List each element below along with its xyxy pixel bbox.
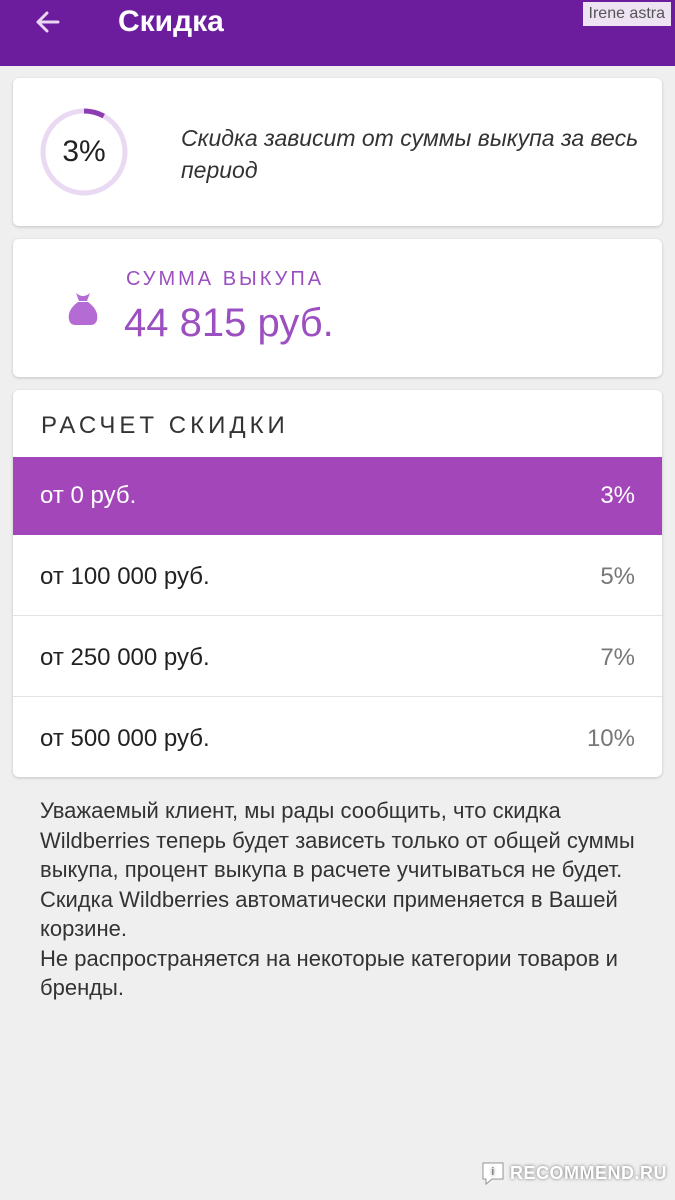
tier-percent: 3% — [600, 482, 635, 509]
purchase-sum-label: СУММА ВЫКУПА — [126, 268, 325, 290]
tier-label: от 500 000 руб. — [40, 725, 210, 752]
discount-percent: 3% — [62, 135, 106, 168]
recommend-logo-icon: i — [482, 1162, 504, 1186]
site-watermark: i RECOMMEND.RU — [480, 1156, 667, 1190]
discount-calculation-card: РАСЧЕТ СКИДКИ от 0 руб. 3% от 100 000 ру… — [13, 390, 662, 777]
site-watermark-text: RECOMMEND.RU — [510, 1162, 667, 1183]
back-button[interactable] — [30, 4, 66, 40]
info-text: Уважаемый клиент, мы рады сообщить, что … — [40, 796, 640, 1003]
tier-row-100000[interactable]: от 100 000 руб. 5% — [13, 538, 662, 616]
tier-row-250000[interactable]: от 250 000 руб. 7% — [13, 619, 662, 697]
tier-percent: 10% — [586, 725, 635, 752]
app-bar: Скидка Irene astra — [0, 0, 675, 66]
page-title: Скидка — [118, 5, 224, 38]
tier-percent: 7% — [600, 643, 635, 671]
money-bag-icon — [68, 293, 98, 325]
tier-label: от 0 руб. — [40, 482, 137, 509]
info-paragraph: Скидка Wildberries автоматически применя… — [40, 886, 618, 942]
calculation-title: РАСЧЕТ СКИДКИ — [41, 412, 289, 439]
arrow-left-icon — [36, 11, 60, 33]
info-paragraph: Уважаемый клиент, мы рады сообщить, что … — [40, 798, 635, 882]
tier-row-0[interactable]: от 0 руб. 3% — [13, 457, 662, 535]
svg-text:i: i — [491, 1166, 495, 1178]
info-paragraph: Не распространяется на некоторые категор… — [40, 945, 618, 1001]
purchase-sum-value: 44 815 руб. — [124, 301, 334, 345]
discount-card: 3% Скидка зависит от суммы выкупа за вес… — [13, 78, 662, 226]
author-watermark: Irene astra — [582, 2, 671, 26]
tier-label: от 250 000 руб. — [40, 643, 210, 671]
tier-label: от 100 000 руб. — [40, 562, 210, 590]
discount-note: Скидка зависит от суммы выкупа за весь п… — [181, 125, 639, 183]
purchase-sum-card: СУММА ВЫКУПА 44 815 руб. — [13, 239, 662, 377]
tier-row-500000[interactable]: от 500 000 руб. 10% — [13, 700, 662, 778]
tier-percent: 5% — [600, 562, 635, 590]
